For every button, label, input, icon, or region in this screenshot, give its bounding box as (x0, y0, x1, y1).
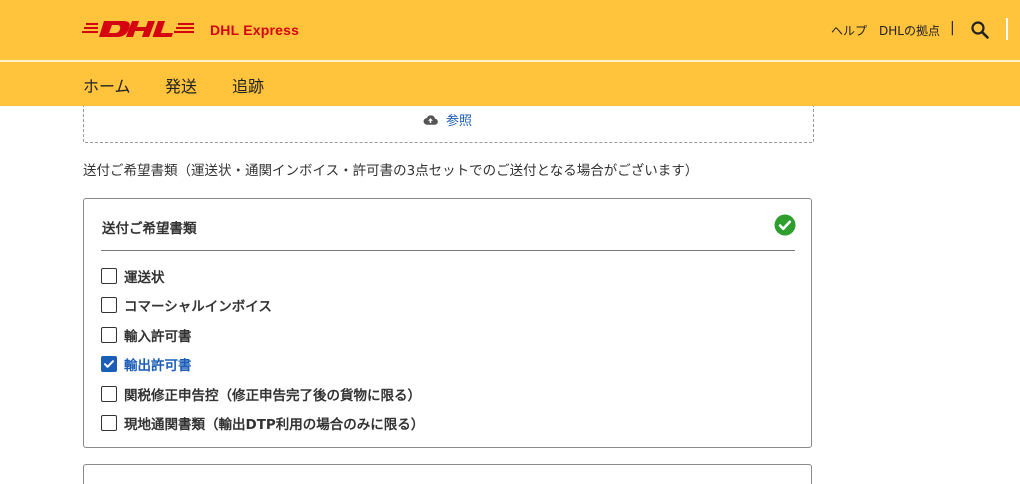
locations-link[interactable]: DHLの拠点 (879, 22, 940, 39)
search-icon[interactable] (970, 20, 990, 40)
option-label: 運送状 (124, 270, 165, 286)
cloud-upload-icon (423, 114, 438, 125)
option-label: 現地通関書類（輸出DTP利用の場合のみに限る） (124, 417, 425, 433)
browse-button[interactable]: 参照 (423, 110, 472, 129)
browse-label: 参照 (446, 114, 473, 129)
header-edge-line (1006, 18, 1008, 40)
option-customs-amendment[interactable]: 関税修正申告控（修正申告完了後の貨物に限る） (101, 384, 421, 404)
option-label: 関税修正申告控（修正申告完了後の貨物に限る） (124, 388, 421, 404)
checkbox-checked[interactable] (101, 356, 117, 372)
option-label: 輸入許可書 (124, 329, 192, 345)
nav-home[interactable]: ホーム (83, 73, 131, 97)
checkbox[interactable] (101, 268, 117, 284)
header-separator: | (950, 20, 955, 36)
option-local-customs-docs[interactable]: 現地通関書類（輸出DTP利用の場合のみに限る） (101, 413, 424, 433)
checkbox[interactable] (101, 386, 117, 402)
option-export-permit[interactable]: 輸出許可書 (101, 354, 192, 374)
option-waybill[interactable]: 運送状 (101, 266, 165, 286)
dhl-logo[interactable] (82, 18, 194, 40)
option-label: 輸出許可書 (124, 358, 192, 374)
checkbox[interactable] (101, 415, 117, 431)
option-label: コマーシャルインボイス (124, 299, 272, 315)
main-nav: ホーム 発送 追跡 (0, 62, 1020, 106)
nav-ship[interactable]: 発送 (165, 73, 197, 97)
option-commercial-invoice[interactable]: コマーシャルインボイス (101, 295, 272, 315)
top-header: DHL Express ヘルプ DHLの拠点 | (0, 0, 1020, 60)
success-check-icon (774, 214, 796, 236)
brand-name: DHL Express (210, 22, 300, 38)
documents-title: 送付ご希望書類 (102, 221, 197, 237)
option-import-permit[interactable]: 輸入許可書 (101, 325, 192, 345)
panel-divider (101, 250, 795, 251)
documents-hint: 送付ご希望書類（運送状・通関インボイス・許可書の3点セットでのご送付となる場合が… (83, 163, 699, 179)
checkbox[interactable] (101, 297, 117, 313)
nav-track[interactable]: 追跡 (232, 73, 264, 97)
next-panel (83, 464, 812, 484)
documents-panel: 送付ご希望書類 運送状 コマーシャルインボイス 輸入許可書 輸出許可書 関税修正… (83, 198, 812, 448)
help-link[interactable]: ヘルプ (831, 22, 867, 39)
checkmark-icon (104, 360, 114, 368)
checkbox[interactable] (101, 327, 117, 343)
